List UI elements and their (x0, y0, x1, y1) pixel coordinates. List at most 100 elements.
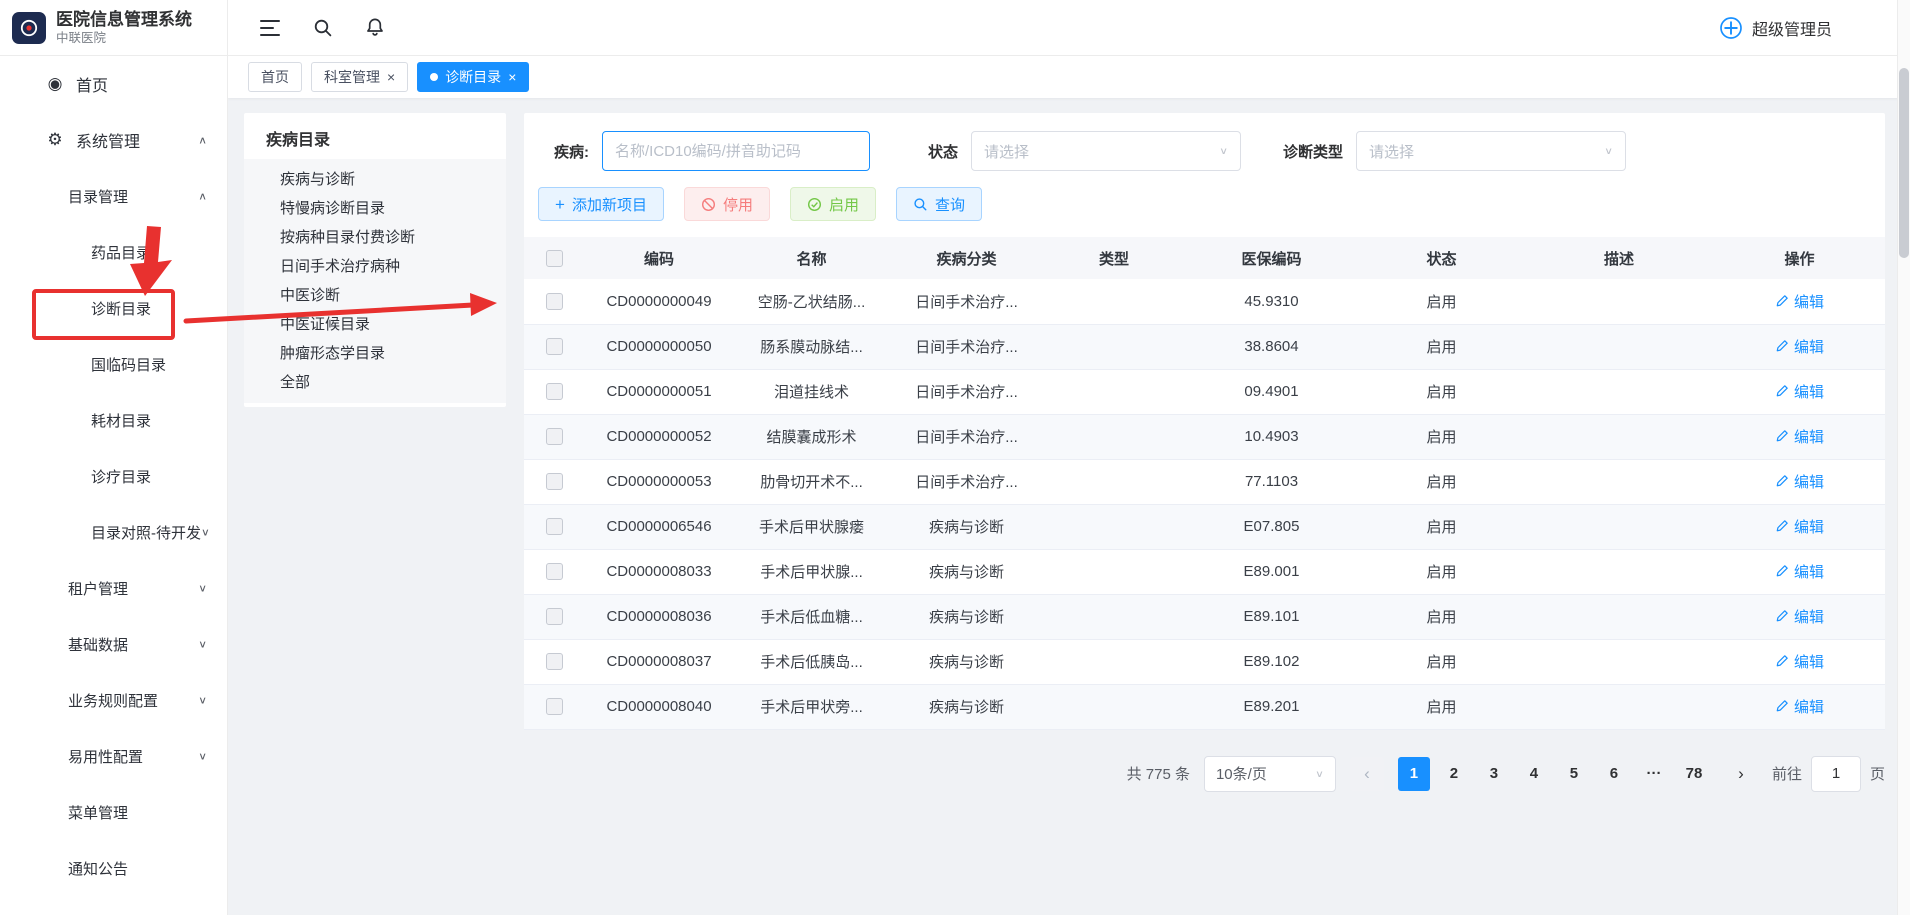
catalog-list-item[interactable]: 日间手术治疗病种 (244, 251, 506, 280)
sidebar-item[interactable]: 易用性配置 ∨ (0, 728, 227, 784)
tab-close-icon[interactable]: × (508, 70, 516, 84)
row-select-cell (524, 594, 584, 639)
sidebar-item-label: 药品目录 (91, 242, 151, 263)
status-select[interactable]: 请选择 ∨ (971, 131, 1241, 171)
row-checkbox[interactable] (546, 653, 563, 670)
diagnosis-type-select[interactable]: 请选择 ∨ (1356, 131, 1626, 171)
page-number[interactable]: 78 (1678, 757, 1710, 791)
row-select-cell (524, 414, 584, 459)
page-number[interactable]: 3 (1478, 757, 1510, 791)
total-count: 共 775 条 (1127, 763, 1190, 784)
cell-name: 手术后低血糖... (734, 594, 889, 639)
disable-button[interactable]: 停用 (684, 187, 770, 221)
sidebar-item[interactable]: 目录对照-待开发 ∨ (0, 504, 227, 560)
row-select-cell (524, 324, 584, 369)
row-checkbox[interactable] (546, 293, 563, 310)
row-checkbox[interactable] (546, 608, 563, 625)
edit-label: 编辑 (1794, 471, 1824, 492)
cell-disease-category: 疾病与诊断 (889, 549, 1044, 594)
sidebar-item[interactable]: 诊疗目录 (0, 448, 227, 504)
sidebar-item[interactable]: 耗材目录 (0, 392, 227, 448)
page-number[interactable]: ··· (1638, 757, 1670, 791)
cell-status: 启用 (1359, 324, 1524, 369)
page-size-select[interactable]: 10条/页 ∨ (1204, 756, 1336, 792)
sidebar-item[interactable]: 目录管理 ∧ (0, 168, 227, 224)
edit-button[interactable]: 编辑 (1775, 516, 1824, 537)
row-checkbox[interactable] (546, 473, 563, 490)
page-number[interactable]: 6 (1598, 757, 1630, 791)
row-checkbox[interactable] (546, 338, 563, 355)
edit-pencil-icon (1775, 699, 1789, 713)
page-number[interactable]: 2 (1438, 757, 1470, 791)
row-checkbox[interactable] (546, 518, 563, 535)
tab-close-icon[interactable]: × (387, 70, 395, 84)
page-scrollbar-track[interactable] (1897, 0, 1910, 915)
goto-page-input[interactable] (1811, 756, 1861, 792)
page-number[interactable]: 4 (1518, 757, 1550, 791)
edit-button[interactable]: 编辑 (1775, 291, 1824, 312)
catalog-list-item[interactable]: 全部 (244, 367, 506, 396)
tab[interactable]: 科室管理 × (311, 62, 408, 92)
column-header: 状态 (1359, 237, 1524, 279)
catalog-list-item[interactable]: 中医证候目录 (244, 309, 506, 338)
edit-label: 编辑 (1794, 651, 1824, 672)
user-menu[interactable]: 超级管理员 (1719, 16, 1832, 40)
catalog-list-item[interactable]: 疾病与诊断 (244, 164, 506, 193)
edit-pencil-icon (1775, 429, 1789, 443)
sidebar-item[interactable]: 国临码目录 (0, 336, 227, 392)
sidebar-item[interactable]: 业务规则配置 ∨ (0, 672, 227, 728)
sidebar-item[interactable]: ⚙ 系统管理 ∧ (0, 112, 227, 168)
collapse-menu-icon[interactable] (260, 19, 281, 37)
row-checkbox[interactable] (546, 563, 563, 580)
next-page-button[interactable]: › (1724, 757, 1758, 791)
catalog-list-item[interactable]: 肿瘤形态学目录 (244, 338, 506, 367)
catalog-list-item[interactable]: 按病种目录付费诊断 (244, 222, 506, 251)
edit-button[interactable]: 编辑 (1775, 606, 1824, 627)
row-checkbox[interactable] (546, 698, 563, 715)
sidebar-item[interactable]: 诊断目录 (0, 280, 227, 336)
page-number[interactable]: 1 (1398, 757, 1430, 791)
row-checkbox[interactable] (546, 383, 563, 400)
sidebar-item[interactable]: 菜单管理 (0, 784, 227, 840)
chevron-icon: ∨ (201, 526, 210, 538)
edit-button[interactable]: 编辑 (1775, 336, 1824, 357)
query-button[interactable]: 查询 (896, 187, 982, 221)
tab[interactable]: 诊断目录 × (417, 62, 529, 92)
notification-bell-icon[interactable] (365, 17, 385, 38)
sidebar-item[interactable]: 基础数据 ∨ (0, 616, 227, 672)
tab[interactable]: 首页 × (248, 62, 302, 92)
hospital-logo-icon (12, 12, 46, 44)
sidebar-item[interactable]: ◉ 首页 (0, 56, 227, 112)
sidebar-item[interactable]: 租户管理 ∨ (0, 560, 227, 616)
cell-description (1524, 549, 1714, 594)
page-number[interactable]: 5 (1558, 757, 1590, 791)
select-all-checkbox[interactable] (546, 250, 563, 267)
tab-bar: 首页 × 科室管理 × 诊断目录 × (228, 56, 1910, 98)
cell-disease-category: 日间手术治疗... (889, 324, 1044, 369)
prev-page-button[interactable]: ‹ (1350, 757, 1384, 791)
catalog-list-item[interactable]: 特慢病诊断目录 (244, 193, 506, 222)
catalog-list-item[interactable]: 中医诊断 (244, 280, 506, 309)
edit-button[interactable]: 编辑 (1775, 471, 1824, 492)
search-icon[interactable] (313, 18, 333, 38)
cell-description (1524, 414, 1714, 459)
cell-actions: 编辑 (1714, 324, 1885, 369)
edit-button[interactable]: 编辑 (1775, 381, 1824, 402)
enable-button[interactable]: 启用 (790, 187, 876, 221)
page-size-value: 10条/页 (1216, 763, 1267, 784)
chevron-icon: ∧ (198, 190, 207, 202)
edit-button[interactable]: 编辑 (1775, 651, 1824, 672)
sidebar-item[interactable]: 通知公告 (0, 840, 227, 896)
table-row: CD0000000051 泪道挂线术 日间手术治疗... 09.4901 启用 (524, 369, 1885, 414)
page-scrollbar-thumb[interactable] (1899, 68, 1909, 258)
edit-button[interactable]: 编辑 (1775, 696, 1824, 717)
edit-button[interactable]: 编辑 (1775, 561, 1824, 582)
cell-name: 空肠-乙状结肠... (734, 279, 889, 324)
add-item-button[interactable]: + 添加新项目 (538, 187, 664, 221)
cell-insurance-code: 09.4901 (1184, 369, 1359, 414)
disease-search-input[interactable] (602, 131, 870, 171)
sidebar-item[interactable]: 药品目录 (0, 224, 227, 280)
row-checkbox[interactable] (546, 428, 563, 445)
edit-button[interactable]: 编辑 (1775, 426, 1824, 447)
cell-disease-category: 疾病与诊断 (889, 639, 1044, 684)
